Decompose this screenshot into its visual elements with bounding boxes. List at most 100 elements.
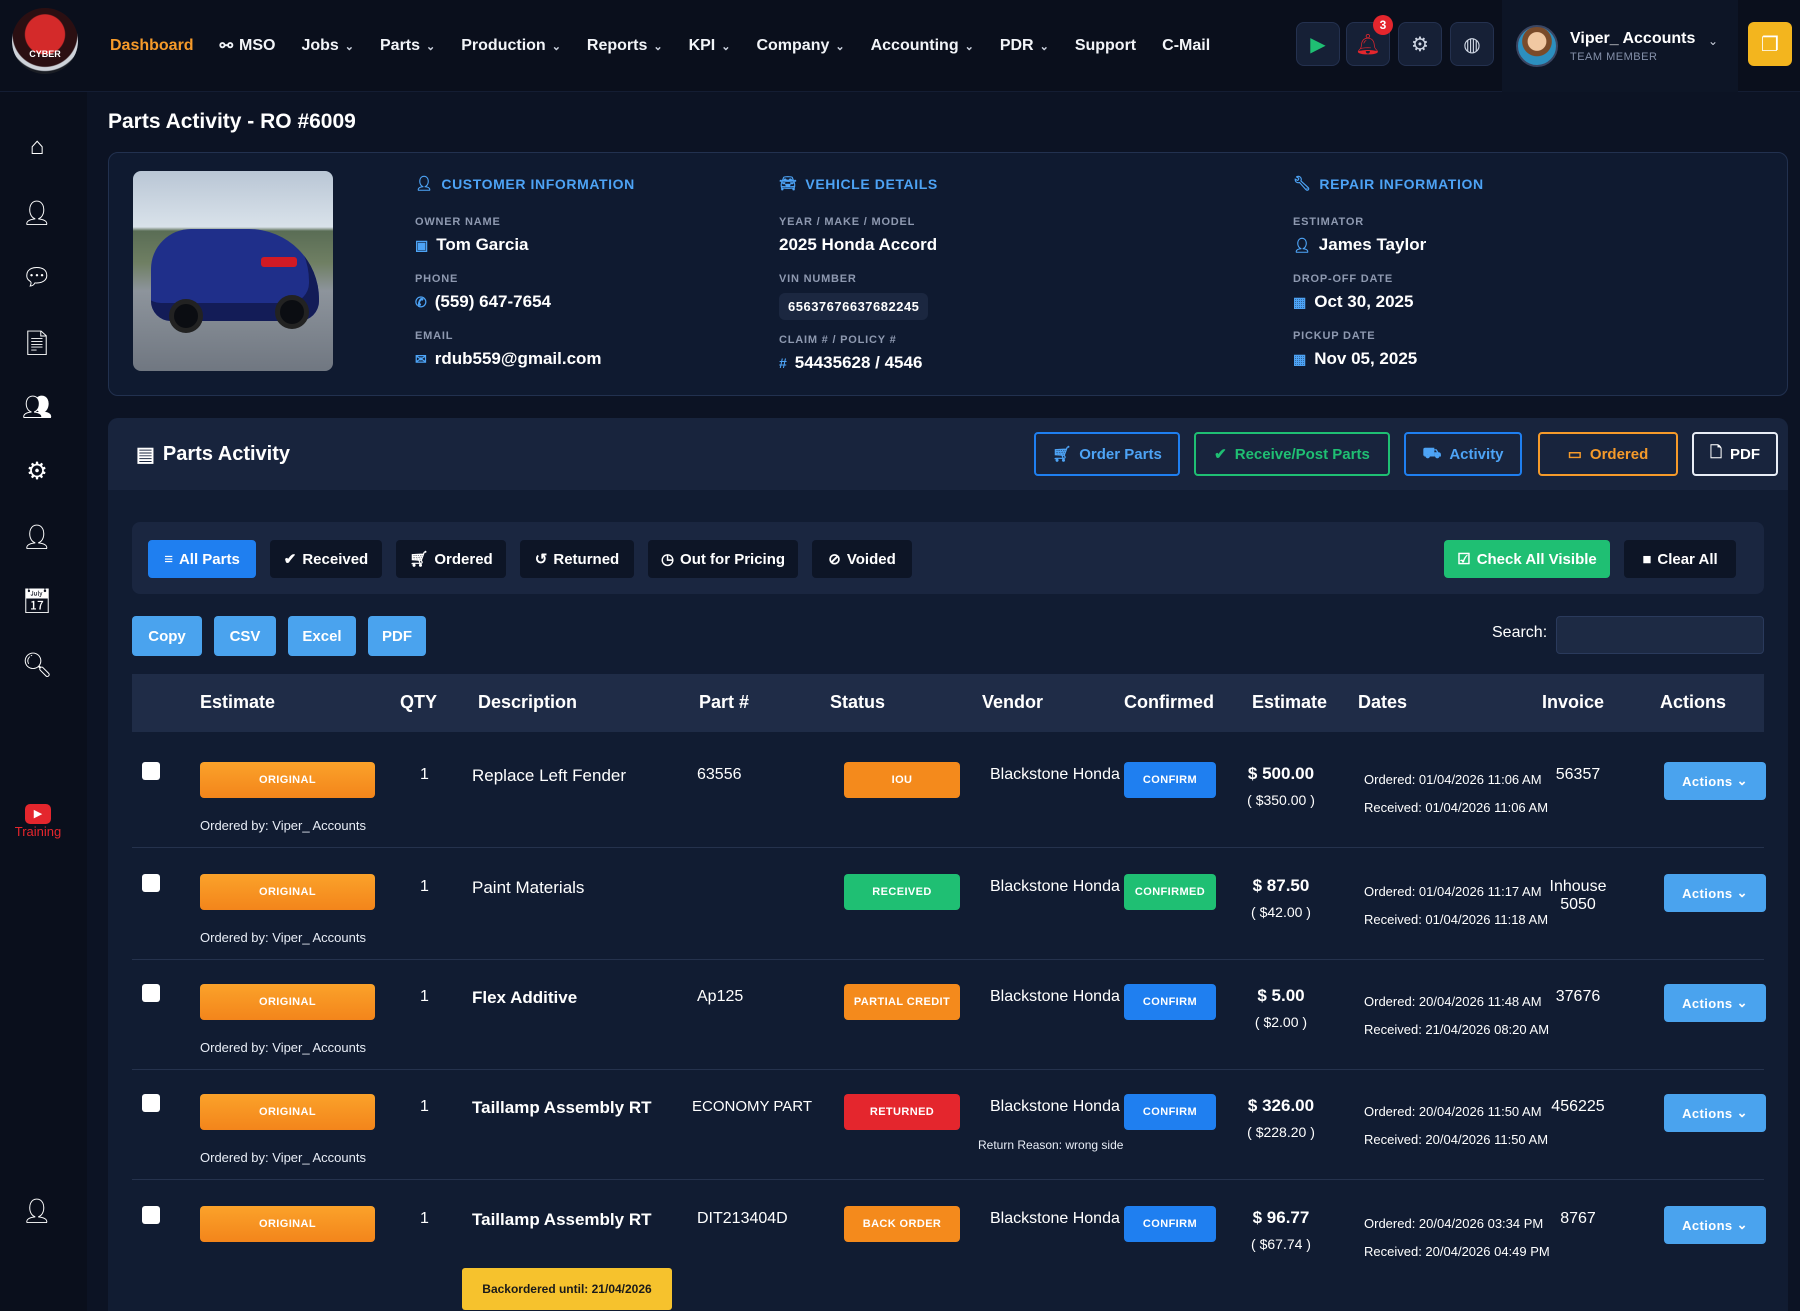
status-badge[interactable]: RECEIVED bbox=[844, 874, 960, 910]
filter-received[interactable]: ✔ Received bbox=[270, 540, 382, 578]
actions-dropdown[interactable]: Actions ⌄ bbox=[1664, 1094, 1766, 1132]
description: Replace Left Fender bbox=[472, 766, 627, 785]
excel-button[interactable]: Excel bbox=[288, 616, 356, 656]
status-badge[interactable]: RETURNED bbox=[844, 1094, 960, 1130]
receive-post-parts-button[interactable]: ✔ Receive/Post Parts bbox=[1194, 432, 1390, 476]
confirmed-badge[interactable]: CONFIRMED bbox=[1124, 874, 1216, 910]
status-badge[interactable]: IOU bbox=[844, 762, 960, 798]
status-badge[interactable]: BACK ORDER bbox=[844, 1206, 960, 1242]
phone-label: PHONE bbox=[415, 273, 459, 285]
nav-cmail[interactable]: C-Mail bbox=[1162, 37, 1210, 55]
sidebar-customers[interactable]: 👤︎ bbox=[18, 194, 56, 232]
vehicle-photo[interactable] bbox=[133, 171, 333, 371]
phone-value[interactable]: ✆ (559) 647-7654 bbox=[415, 292, 635, 312]
col-estimate-amount[interactable]: Estimate bbox=[1252, 692, 1327, 713]
globe-icon: ◍ bbox=[1463, 33, 1481, 56]
filter-label: Voided bbox=[846, 550, 896, 568]
clear-all-button[interactable]: ■ Clear All bbox=[1624, 540, 1736, 578]
copy-window-button[interactable]: ❐ bbox=[1748, 22, 1792, 66]
sidebar-messages[interactable]: 💬︎ bbox=[18, 258, 56, 296]
nav-dashboard[interactable]: Dashboard bbox=[110, 37, 194, 55]
pdf-button[interactable]: 🗋︎ PDF bbox=[1692, 432, 1778, 476]
claim-value: #54435628 / 4546 bbox=[779, 353, 938, 373]
chat-icon: 💬︎ bbox=[21, 263, 53, 291]
language-button[interactable]: ◍ bbox=[1450, 22, 1494, 66]
nav-pdr[interactable]: PDR ⌄ bbox=[1000, 37, 1049, 55]
settings-button[interactable]: ⚙ bbox=[1398, 22, 1442, 66]
filter-returned[interactable]: ↺ Returned bbox=[520, 540, 634, 578]
nav-company[interactable]: Company ⌄ bbox=[756, 37, 844, 55]
table-row: ORIGINAL Ordered by: Viper_ Accounts 1 T… bbox=[132, 1068, 1766, 1180]
filter-label: Ordered bbox=[434, 550, 493, 568]
row-checkbox[interactable] bbox=[142, 984, 160, 1002]
row-checkbox[interactable] bbox=[142, 1094, 160, 1112]
actions-dropdown[interactable]: Actions ⌄ bbox=[1664, 874, 1766, 912]
nav-parts[interactable]: Parts ⌄ bbox=[380, 37, 435, 55]
sidebar-documents[interactable]: 📄︎ bbox=[18, 324, 56, 362]
filter-out-for-pricing[interactable]: ◷ Out for Pricing bbox=[648, 540, 798, 578]
col-qty[interactable]: QTY bbox=[400, 692, 437, 713]
description: Taillamp Assembly RT bbox=[472, 1210, 652, 1229]
status-badge[interactable]: PARTIAL CREDIT bbox=[844, 984, 960, 1020]
sidebar-training[interactable]: ▶ Training bbox=[6, 804, 70, 839]
nav-kpi[interactable]: KPI ⌄ bbox=[689, 37, 731, 55]
filter-all-parts[interactable]: ≡ All Parts bbox=[148, 540, 256, 578]
vin-value[interactable]: 65637676637682245 bbox=[779, 293, 929, 320]
sidebar-users[interactable]: 👤︎ bbox=[18, 518, 56, 556]
play-button[interactable]: ▶ bbox=[1296, 22, 1340, 66]
confirm-button[interactable]: CONFIRM bbox=[1124, 984, 1216, 1020]
nav-jobs[interactable]: Jobs ⌄ bbox=[301, 37, 354, 55]
filter-ordered[interactable]: 🛒︎ Ordered bbox=[396, 540, 506, 578]
nav-reports[interactable]: Reports ⌄ bbox=[587, 37, 663, 55]
user-menu[interactable]: Viper_ Accounts TEAM MEMBER ⌄ bbox=[1502, 0, 1738, 92]
email-value[interactable]: ✉ rdub559@gmail.com bbox=[415, 349, 635, 369]
row-checkbox[interactable] bbox=[142, 1206, 160, 1224]
sidebar-settings[interactable]: ⚙ bbox=[18, 452, 56, 490]
notifications-button[interactable]: 🔔︎ 3 bbox=[1346, 15, 1393, 66]
confirm-button[interactable]: CONFIRM bbox=[1124, 1206, 1216, 1242]
confirm-button[interactable]: CONFIRM bbox=[1124, 762, 1216, 798]
dropoff-date: Oct 30, 2025 bbox=[1314, 292, 1414, 311]
activity-button[interactable]: ⛟ Activity bbox=[1404, 432, 1522, 476]
col-invoice[interactable]: Invoice bbox=[1542, 692, 1604, 713]
nav-label: C-Mail bbox=[1162, 37, 1211, 54]
confirm-button[interactable]: CONFIRM bbox=[1124, 1094, 1216, 1130]
col-status[interactable]: Status bbox=[830, 692, 885, 713]
estimate-amount: $ 326.00 ( $228.20 ) bbox=[1236, 1096, 1326, 1140]
row-checkbox[interactable] bbox=[142, 762, 160, 780]
nav-support[interactable]: Support bbox=[1075, 37, 1136, 55]
search-input[interactable] bbox=[1556, 616, 1764, 654]
actions-dropdown[interactable]: Actions ⌄ bbox=[1664, 984, 1766, 1022]
nav-accounting[interactable]: Accounting ⌄ bbox=[871, 37, 974, 55]
col-confirmed[interactable]: Confirmed bbox=[1124, 692, 1214, 713]
csv-button[interactable]: CSV bbox=[214, 616, 276, 656]
col-part-number[interactable]: Part # bbox=[699, 692, 749, 713]
app-logo[interactable]: CYBER bbox=[12, 8, 78, 74]
received-date: Received: 01/04/2026 11:06 AM bbox=[1364, 800, 1549, 815]
sidebar: ⌂ 👤︎ 💬︎ 📄︎ 👥︎ ⚙ 👤︎ 📅︎ 🔍︎ ▶ Training 👤︎ bbox=[0, 92, 87, 1311]
ymm-value: 2025 Honda Accord bbox=[779, 235, 938, 254]
export-pdf-button[interactable]: PDF bbox=[368, 616, 426, 656]
nav-production[interactable]: Production ⌄ bbox=[461, 37, 561, 55]
order-parts-button[interactable]: 🛒︎ Order Parts bbox=[1034, 432, 1180, 476]
sidebar-team[interactable]: 👥︎ bbox=[18, 388, 56, 426]
actions-dropdown[interactable]: Actions ⌄ bbox=[1664, 762, 1766, 800]
sidebar-home[interactable]: ⌂ bbox=[18, 128, 56, 166]
filter-voided[interactable]: ⊘ Voided bbox=[812, 540, 912, 578]
nav-mso[interactable]: ⚯ MSO bbox=[220, 36, 276, 56]
sidebar-calendar[interactable]: 📅︎ bbox=[18, 582, 56, 620]
col-dates[interactable]: Dates bbox=[1358, 692, 1407, 713]
actions-dropdown[interactable]: Actions ⌄ bbox=[1664, 1206, 1766, 1244]
heading-text: REPAIR INFORMATION bbox=[1319, 175, 1484, 192]
col-estimate[interactable]: Estimate bbox=[200, 692, 275, 713]
dates: Ordered: 20/04/2026 11:48 AM Received: 21… bbox=[1364, 988, 1549, 1044]
row-checkbox[interactable] bbox=[142, 874, 160, 892]
sidebar-profile[interactable]: 👤︎ bbox=[18, 1192, 56, 1230]
check-all-visible-button[interactable]: ☑ Check All Visible bbox=[1444, 540, 1610, 578]
col-vendor[interactable]: Vendor bbox=[982, 692, 1043, 713]
copy-button[interactable]: Copy bbox=[132, 616, 202, 656]
ordered-button[interactable]: ▭ Ordered bbox=[1538, 432, 1678, 476]
sidebar-search[interactable]: 🔍︎ bbox=[18, 646, 56, 684]
invoice: 456225 bbox=[1551, 1098, 1605, 1115]
col-description[interactable]: Description bbox=[478, 692, 577, 713]
